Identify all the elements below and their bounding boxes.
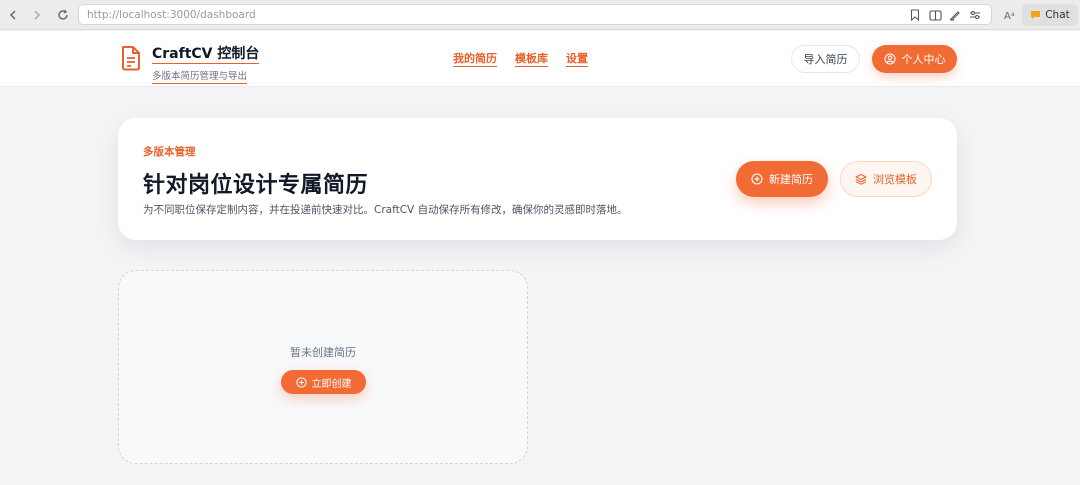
new-resume-label: 新建简历 <box>769 173 813 186</box>
import-resume-label: 导入简历 <box>803 53 848 66</box>
brand-title: CraftCV 控制台 <box>152 46 260 64</box>
new-resume-button[interactable]: 新建简历 <box>736 161 828 197</box>
svg-text:a: a <box>1011 11 1015 18</box>
chat-bubble-icon <box>1030 10 1041 20</box>
hero-kicker: 多版本管理 <box>143 146 196 158</box>
profile-label: 个人中心 <box>901 53 946 66</box>
bookmark-icon[interactable] <box>907 8 923 22</box>
import-resume-button[interactable]: 导入简历 <box>791 45 860 73</box>
plus-circle-icon <box>295 376 307 388</box>
pen-icon[interactable] <box>947 8 963 22</box>
svg-text:A: A <box>1004 11 1011 21</box>
empty-state-message: 暂未创建简历 <box>290 346 356 359</box>
nav-my-resumes[interactable]: 我的简历 <box>453 52 497 67</box>
brand-subtitle: 多版本简历管理与导出 <box>152 71 248 84</box>
reload-icon[interactable] <box>50 2 76 28</box>
translate-icon[interactable]: Aa <box>997 4 1025 25</box>
user-circle-icon <box>883 53 896 65</box>
document-icon <box>120 45 142 73</box>
main-nav: 我的简历 模板库 设置 <box>453 52 588 67</box>
back-icon[interactable] <box>0 2 26 28</box>
profile-button[interactable]: 个人中心 <box>872 45 957 73</box>
browser-toolbar: http://localhost:3000/dashboard Aa Chat <box>0 0 1080 30</box>
plus-circle-icon <box>751 173 763 185</box>
url-text: http://localhost:3000/dashboard <box>87 8 256 21</box>
browse-templates-label: 浏览模板 <box>873 173 917 186</box>
chat-button[interactable]: Chat <box>1022 4 1078 26</box>
browse-templates-button[interactable]: 浏览模板 <box>840 161 932 197</box>
app-header: CraftCV 控制台 多版本简历管理与导出 我的简历 模板库 设置 导入简历 … <box>0 31 1080 87</box>
reader-view-icon[interactable] <box>927 8 943 22</box>
nav-templates[interactable]: 模板库 <box>515 52 548 67</box>
layers-icon <box>855 173 867 185</box>
nav-settings[interactable]: 设置 <box>566 52 588 67</box>
page-title: 针对岗位设计专属简历 <box>143 173 369 198</box>
sliders-icon[interactable] <box>967 8 983 22</box>
chat-label: Chat <box>1045 9 1070 21</box>
hero-description: 为不同职位保存定制内容，并在投递前快速对比。CraftCV 自动保存所有修改，确… <box>143 204 628 216</box>
address-bar[interactable]: http://localhost:3000/dashboard <box>78 4 992 25</box>
forward-icon[interactable] <box>24 2 50 28</box>
brand[interactable]: CraftCV 控制台 多版本简历管理与导出 <box>120 43 260 84</box>
create-now-button[interactable]: 立即创建 <box>281 370 366 394</box>
create-now-label: 立即创建 <box>311 378 352 390</box>
hero-card: 多版本管理 针对岗位设计专属简历 为不同职位保存定制内容，并在投递前快速对比。C… <box>118 118 957 240</box>
empty-resume-card: 暂未创建简历 立即创建 <box>118 270 528 464</box>
